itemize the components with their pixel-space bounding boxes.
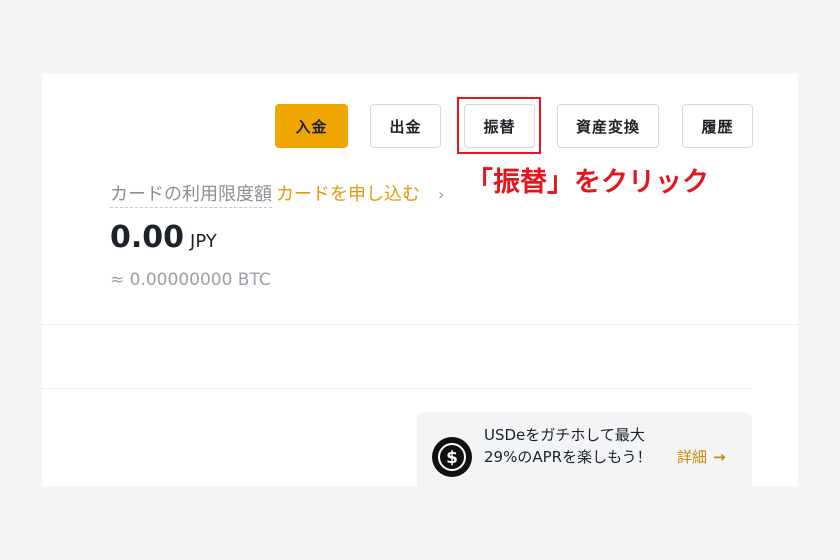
balance: 0.00 JPY (110, 220, 217, 255)
divider (42, 388, 752, 389)
usde-promo-banner[interactable]: $ USDeをガチホして最大29%のAPRを楽しもう！ 詳細 → (417, 412, 752, 486)
btc-equivalent: ≈ 0.00000000 BTC (110, 270, 271, 290)
card-limit-label: カードの利用限度額 (110, 184, 272, 208)
apply-card-link[interactable]: カードを申し込む (276, 184, 420, 205)
promo-text: USDeをガチホして最大29%のAPRを楽しもう！ (484, 426, 652, 466)
wallet-card: 入金 出金 振替 資産変換 履歴 「振替」をクリック カードの利用限度額 カードを… (42, 74, 798, 486)
transfer-highlight-box (457, 97, 541, 154)
promo-details-link[interactable]: 詳細 → (677, 446, 726, 467)
arrow-right-icon: → (713, 448, 726, 466)
svg-text:$: $ (446, 448, 458, 468)
balance-amount: 0.00 (110, 220, 185, 255)
withdraw-button[interactable]: 出金 (370, 104, 441, 148)
card-limit-row: カードの利用限度額 カードを申し込む › (110, 180, 444, 208)
convert-button[interactable]: 資産変換 (557, 104, 659, 148)
chevron-right-icon[interactable]: › (438, 185, 444, 204)
balance-currency: JPY (190, 231, 217, 252)
promo-details-label: 詳細 (677, 448, 708, 466)
divider (42, 324, 798, 325)
history-button[interactable]: 履歴 (682, 104, 753, 148)
deposit-button[interactable]: 入金 (275, 104, 348, 148)
click-instruction: 「振替」をクリック (466, 167, 709, 198)
usde-dollar-coin-icon: $ (432, 437, 472, 477)
